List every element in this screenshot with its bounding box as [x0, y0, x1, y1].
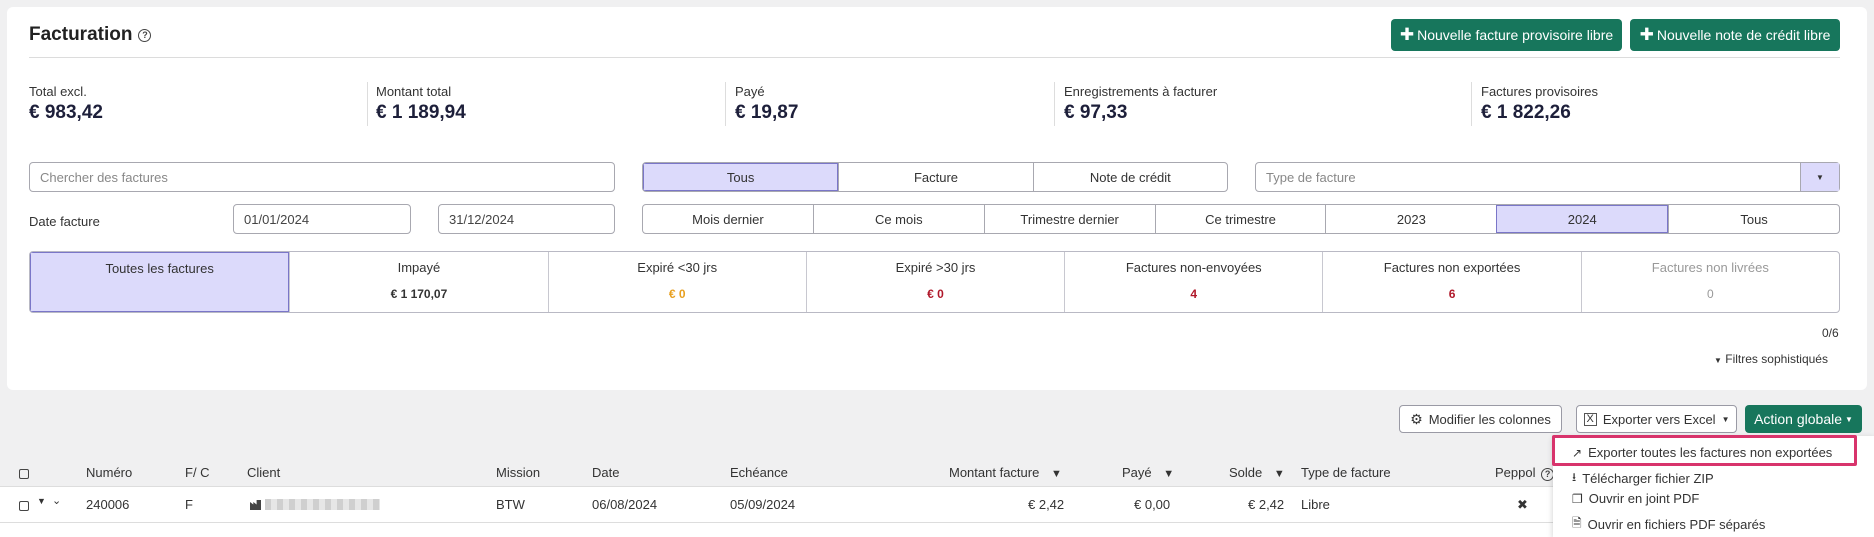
stat-divider — [367, 82, 368, 126]
excel-file-icon: X — [1583, 412, 1597, 426]
selection-count: 0/6 — [1822, 326, 1839, 340]
caret-down-icon: ▼ — [1721, 414, 1730, 424]
row-chevron-double-down-icon[interactable]: ⌄ — [52, 494, 61, 507]
tab-trimestre-dernier[interactable]: Trimestre dernier — [983, 205, 1155, 233]
highlight-box — [1552, 435, 1857, 466]
search-input[interactable]: Chercher des factures — [29, 162, 615, 192]
global-action-button[interactable]: Action globale ▼ — [1745, 405, 1862, 433]
column-header-solde[interactable]: Solde ▼ — [1229, 465, 1285, 480]
column-header-numero[interactable]: Numéro — [86, 465, 132, 480]
tile-value: € 0 — [668, 287, 686, 301]
type-tabs: Tous Facture Note de crédit — [642, 162, 1228, 192]
download-icon: ⭳ — [1572, 470, 1577, 484]
stat-enregistrements: Enregistrements à facturer € 97,33 — [1064, 84, 1218, 123]
stat-total-excl: Total excl. € 983,42 — [29, 84, 103, 123]
tab-2023[interactable]: 2023 — [1325, 205, 1496, 233]
column-header-type[interactable]: Type de facture — [1301, 465, 1391, 480]
new-credit-note-button[interactable]: ✚ Nouvelle note de crédit libre — [1630, 19, 1840, 51]
column-header-peppol[interactable]: Peppol ? — [1495, 465, 1555, 481]
tab-mois-dernier[interactable]: Mois dernier — [643, 205, 813, 233]
caret-down-icon: ▼ — [1714, 356, 1722, 365]
caret-down-icon: ▼ — [1845, 414, 1853, 424]
page-title-text: Facturation — [29, 24, 133, 45]
page-title: Facturation ? — [29, 24, 152, 46]
tab-ce-trimestre[interactable]: Ce trimestre — [1154, 205, 1326, 233]
column-header-date[interactable]: Date — [592, 465, 619, 480]
menu-open-separate-pdfs[interactable]: 🗎 Ouvrir en fichiers PDF séparés — [1572, 514, 1765, 535]
gear-icon: ⚙ — [1410, 410, 1423, 427]
header-divider — [29, 57, 1840, 58]
row-expand-caret-icon[interactable]: ▼ — [37, 496, 46, 506]
invoice-type-select[interactable]: Type de facture ▼ — [1255, 162, 1840, 192]
menu-open-joint-pdf[interactable]: ❐ Ouvrir en joint PDF — [1572, 491, 1699, 506]
stat-montant-total: Montant total € 1 189,94 — [376, 84, 466, 123]
tile-non-envoyees[interactable]: Factures non-envoyées 4 — [1064, 252, 1322, 312]
column-header-paye[interactable]: Payé ▼ — [1122, 465, 1174, 480]
summary-card — [7, 7, 1867, 390]
tile-value: 6 — [1448, 287, 1456, 301]
tab-2024[interactable]: 2024 — [1496, 205, 1669, 233]
tile-expire-moins-30[interactable]: Expiré <30 jrs € 0 — [547, 252, 806, 312]
date-from-input[interactable]: 01/01/2024 — [233, 204, 411, 234]
tile-non-exportees[interactable]: Factures non exportées 6 — [1322, 252, 1580, 312]
column-header-client[interactable]: Client — [247, 465, 280, 480]
tile-value: € 0 — [927, 287, 944, 301]
tab-note-de-credit[interactable]: Note de crédit — [1032, 163, 1227, 191]
period-tabs: Mois dernier Ce mois Trimestre dernier C… — [642, 204, 1840, 234]
stat-divider — [725, 82, 726, 126]
tile-non-livrees[interactable]: Factures non livrées 0 — [1580, 252, 1839, 312]
status-tiles: Toutes les factures Impayé € 1 170,07 Ex… — [29, 251, 1840, 313]
export-excel-button[interactable]: X Exporter vers Excel ▼ — [1576, 405, 1737, 433]
tile-value: 4 — [1190, 287, 1198, 301]
column-header-montant[interactable]: Montant facture ▼ — [949, 465, 1062, 480]
tile-impaye[interactable]: Impayé € 1 170,07 — [289, 252, 547, 312]
column-header-fc[interactable]: F/ C — [185, 465, 210, 480]
select-all-checkbox[interactable] — [19, 466, 29, 484]
menu-download-zip[interactable]: ⭳ Télécharger fichier ZIP — [1572, 468, 1714, 489]
pdf-file-icon: 🗎 — [1572, 516, 1582, 530]
filter-icon[interactable]: ▼ — [1274, 468, 1285, 480]
tile-value: 0 — [1706, 287, 1714, 301]
client-name-blurred — [265, 499, 380, 510]
stat-divider — [1054, 82, 1055, 126]
plus-icon: ✚ — [1399, 25, 1415, 44]
tab-ce-mois[interactable]: Ce mois — [812, 205, 984, 233]
tab-tous-periodes[interactable]: Tous — [1668, 205, 1839, 233]
peppol-x-icon: ✖ — [1517, 497, 1528, 512]
client-factory-icon — [250, 498, 261, 513]
chevron-down-icon[interactable]: ▼ — [1800, 163, 1839, 191]
filter-icon[interactable]: ▼ — [1163, 468, 1174, 480]
tab-facture[interactable]: Facture — [838, 163, 1032, 191]
modify-columns-button[interactable]: ⚙ Modifier les colonnes — [1399, 405, 1562, 433]
tile-toutes-factures[interactable]: Toutes les factures — [30, 252, 290, 312]
stat-factures-provisoires: Factures provisoires € 1 822,26 — [1481, 84, 1599, 123]
stat-paye: Payé € 19,87 — [735, 84, 799, 123]
column-header-mission[interactable]: Mission — [496, 465, 540, 480]
advanced-filters-toggle[interactable]: ▼ Filtres sophistiqués — [1714, 352, 1828, 366]
date-to-input[interactable]: 31/12/2024 — [438, 204, 615, 234]
stat-divider — [1471, 82, 1472, 126]
tile-value: € 1 170,07 — [390, 287, 448, 301]
new-invoice-button[interactable]: ✚ Nouvelle facture provisoire libre — [1391, 19, 1622, 51]
copy-icon: ❐ — [1572, 491, 1583, 506]
filter-icon[interactable]: ▼ — [1051, 468, 1062, 480]
date-label: Date facture — [29, 214, 100, 229]
column-header-echeance[interactable]: Echéance — [730, 465, 788, 480]
row-checkbox[interactable] — [19, 499, 29, 514]
tile-expire-plus-30[interactable]: Expiré >30 jrs € 0 — [805, 252, 1064, 312]
plus-icon: ✚ — [1639, 25, 1654, 44]
help-icon[interactable]: ? — [138, 28, 152, 42]
tab-tous[interactable]: Tous — [643, 163, 839, 191]
